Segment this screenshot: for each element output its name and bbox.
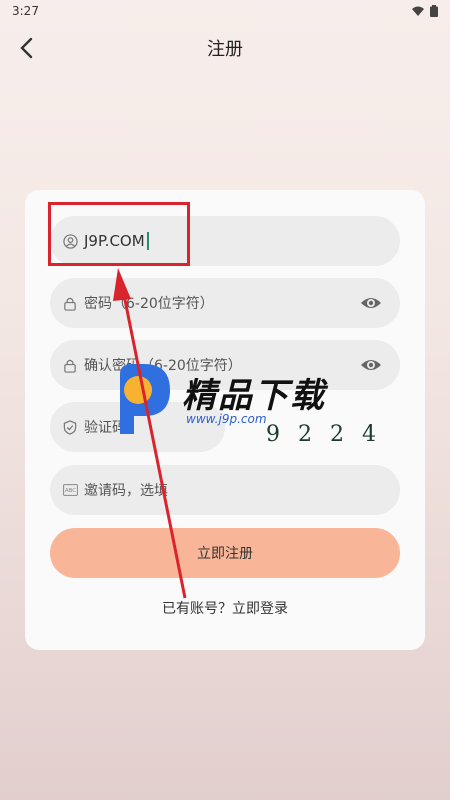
login-link[interactable]: 已有账号？立即登录 (25, 598, 425, 618)
svg-text:ABC: ABC (64, 488, 75, 494)
invite-code-placeholder: 邀请码，选填 (84, 483, 168, 499)
brand-logo-icon (120, 364, 170, 434)
abc-icon: ABC (62, 482, 78, 498)
watermark: 精品下载 www.j9p.com 9224 (100, 360, 400, 460)
invite-code-field[interactable]: ABC 邀请码，选填 (50, 465, 400, 515)
register-button[interactable]: 立即注册 (50, 528, 400, 578)
status-bar: 3:27 (0, 0, 450, 22)
password-field[interactable]: 密码（6-20位字符） (50, 278, 400, 328)
lock-icon (62, 295, 78, 311)
watermark-brand: 精品下载 (182, 376, 326, 416)
page-title: 注册 (207, 39, 243, 60)
wifi-icon (412, 6, 424, 16)
battery-icon (430, 5, 438, 17)
highlight-box (48, 202, 190, 266)
back-button[interactable] (12, 34, 40, 62)
app-header: 注册 (0, 26, 450, 70)
status-time: 3:27 (12, 4, 39, 18)
watermark-number: 9224 (266, 422, 394, 447)
watermark-url: www.j9p.com (186, 412, 267, 426)
status-icons (412, 5, 438, 17)
shield-icon (62, 419, 78, 435)
eye-icon[interactable] (360, 293, 382, 313)
password-placeholder: 密码（6-20位字符） (84, 296, 214, 312)
chevron-left-icon (20, 37, 33, 59)
lock-icon (62, 357, 78, 373)
